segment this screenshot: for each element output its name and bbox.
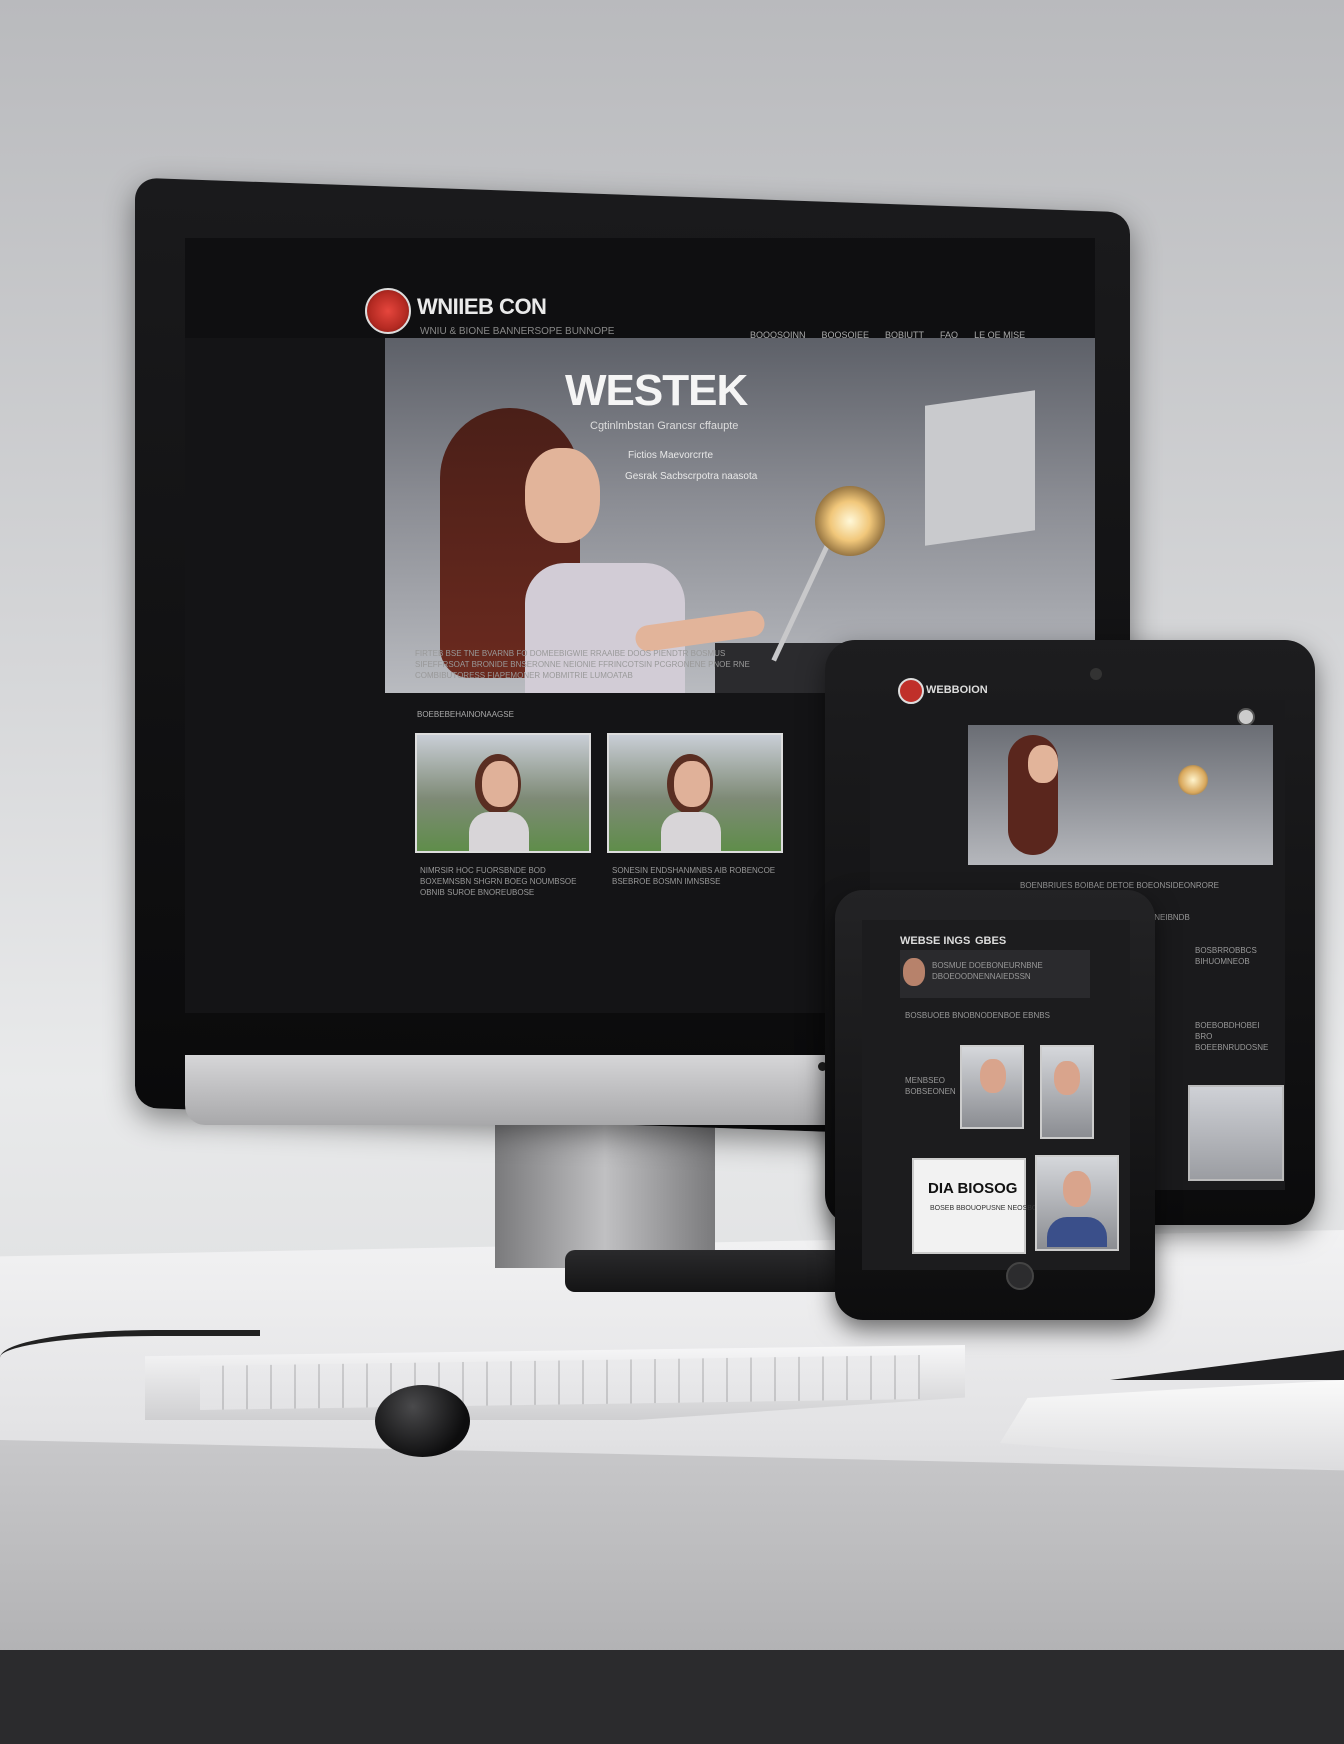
small-tablet-banner-text: BOSMUE DOEBONEURNBNE DBOEOODNENNAIEDSSN	[932, 961, 1043, 981]
small-tablet-title: GBES	[975, 935, 1007, 947]
site-header	[185, 238, 1095, 338]
intro-paragraph: FIRTEB BSE TNE BVARNB FO DOMEEBIGWIE RRA…	[415, 649, 750, 680]
gallery-thumbnail[interactable]	[607, 733, 783, 853]
home-button-icon[interactable]	[1006, 1262, 1034, 1290]
monitor-stand-neck	[495, 1118, 715, 1268]
tablet-brand-name[interactable]: WEBBOION	[926, 684, 988, 696]
hero-subtitle: Cgtinlmbstan Grancsr cffaupte	[590, 420, 739, 432]
monitor-chin	[185, 1055, 865, 1125]
brand-logo-icon[interactable]	[365, 288, 411, 334]
lamp-icon	[815, 486, 885, 556]
tablet-lamp-icon	[1178, 765, 1208, 795]
desk-shadow	[0, 1650, 1344, 1744]
hero-person-face	[525, 448, 600, 543]
small-tablet-card-title: DIA BIOSOG	[928, 1180, 1018, 1197]
small-tablet-text: MENBSEO BOBSEONEN	[905, 1076, 956, 1096]
tablet-camera-icon	[1090, 668, 1102, 680]
avatar[interactable]	[903, 958, 925, 986]
small-tablet-card-subtitle: BOSEB BBOUOPUSNE NEOSBOS	[930, 1205, 1043, 1212]
hero-line: Fictios Maevorcrrte	[628, 450, 714, 461]
brand-name[interactable]: WNIIEB CON	[417, 294, 547, 320]
tablet-hero-face	[1028, 745, 1058, 783]
tablet-text: BOSBRROBBCS BIHUOMNEOB	[1195, 946, 1257, 966]
hero-line: Gesrak Sacbscrpotra naasota	[625, 471, 758, 482]
tablet-hero-banner	[968, 725, 1273, 865]
hero-title: WESTEK	[565, 366, 748, 415]
tablet-text: BOEBOBDHOBEI BRO BOEEBNRUDOSNE	[1195, 1021, 1269, 1052]
thumbnail-caption: NIMRSIR HOC FUORSBNDE BOD BOXEMNSBN SHGR…	[420, 866, 577, 897]
thumbnail-caption: SONESIN ENDSHANMNBS AIB ROBENCOE BSEBROE…	[612, 866, 776, 886]
small-tablet-photo[interactable]	[960, 1045, 1024, 1129]
tablet-logo-icon[interactable]	[898, 678, 924, 704]
tablet-thumbnail[interactable]	[1188, 1085, 1284, 1181]
mouse[interactable]	[375, 1385, 470, 1457]
brand-tagline: WNIU & BIONE BANNERSOPE BUNNOPE	[420, 326, 615, 337]
tablet-account-icon[interactable]	[1237, 708, 1255, 726]
section-heading: BOEBEBEHAINONAAGSE	[417, 710, 514, 719]
gallery-thumbnail[interactable]	[415, 733, 591, 853]
small-tablet-photo[interactable]	[1035, 1155, 1119, 1251]
small-tablet-photo[interactable]	[1040, 1045, 1094, 1139]
hero-wall-panel	[925, 390, 1035, 546]
small-tablet-title: WEBSE INGS	[900, 935, 971, 947]
small-tablet-text: BOSBUOEB BNOBNODENBOE EBNBS	[905, 1011, 1050, 1020]
